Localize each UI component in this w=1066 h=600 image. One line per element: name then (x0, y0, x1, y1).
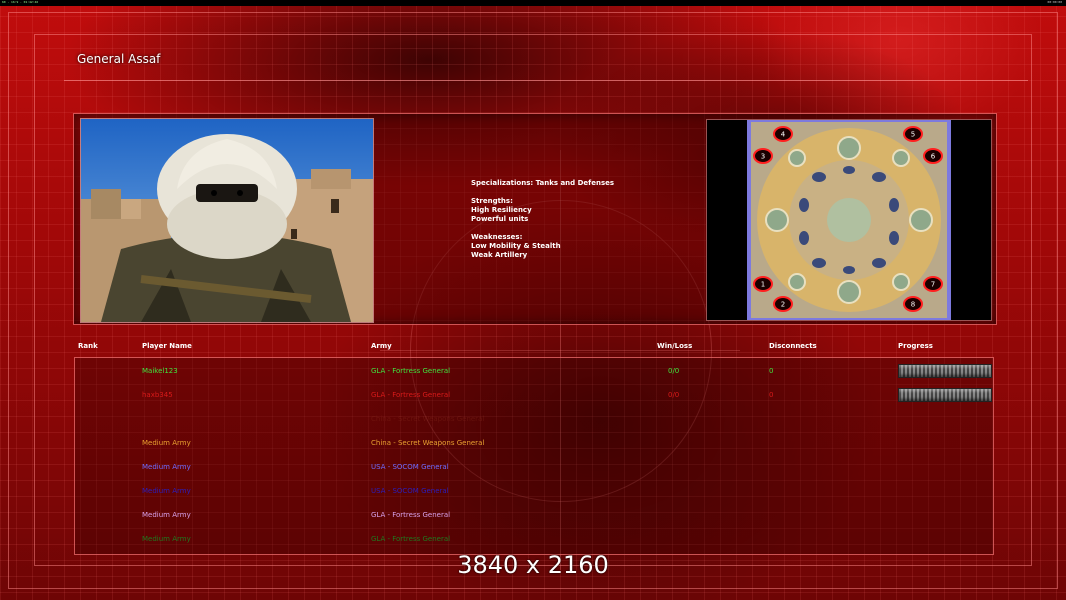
start-position-marker[interactable]: 1 (753, 276, 773, 292)
win-loss-cell: 0/0 (668, 367, 680, 375)
player-name-cell: Medium Army (142, 463, 191, 471)
start-position-marker[interactable]: 6 (923, 148, 943, 164)
army-cell: GLA - Fortress General (371, 367, 451, 375)
player-name-cell: Medium Army (142, 511, 191, 519)
player-name-cell: Maikel123 (142, 367, 178, 375)
status-right: 00:00:00 (1047, 0, 1062, 4)
army-cell: GLA - Fortress General (371, 511, 451, 519)
title-divider (64, 80, 1028, 81)
start-position-markers: 1 2 3 4 5 6 7 8 (753, 126, 943, 312)
player-table (74, 357, 994, 555)
start-position-label: 1 (761, 281, 765, 289)
portrait-image (81, 119, 373, 322)
start-position-marker[interactable]: 7 (923, 276, 943, 292)
start-position-label: 3 (761, 153, 765, 161)
strengths-label: Strengths: (471, 197, 513, 205)
start-position-label: 8 (911, 301, 915, 309)
disconnects-cell: 0 (769, 367, 774, 375)
start-position-label: 6 (931, 153, 936, 161)
specializations-text: Specializations: Tanks and Defenses (471, 179, 615, 187)
player-name-cell: Medium Army (142, 487, 191, 495)
start-position-label: 7 (931, 281, 935, 289)
player-name-cell: Medium Army (142, 439, 191, 447)
player-name-cell: Medium Army (142, 535, 191, 543)
strength-item: High Resiliency (471, 206, 532, 214)
start-position-label: 2 (781, 301, 785, 309)
header-progress[interactable]: Progress (898, 342, 933, 350)
start-position-marker[interactable]: 5 (903, 126, 923, 142)
table-row[interactable]: China - Secret Weapons General (0, 415, 1066, 425)
table-row[interactable]: Medium Army China - Secret Weapons Genera… (0, 439, 1066, 449)
header-disconnects[interactable]: Disconnects (769, 342, 817, 350)
header-win-loss[interactable]: Win/Loss (657, 342, 692, 350)
resolution-watermark: 3840 x 2160 (457, 551, 609, 579)
general-portrait (80, 118, 374, 323)
status-left: 60 · 16:9 · 01:42:46 (2, 0, 39, 4)
start-position-marker[interactable]: 4 (773, 126, 793, 142)
weakness-item: Low Mobility & Stealth (471, 242, 561, 250)
weakness-item: Weak Artillery (471, 251, 528, 259)
weaknesses-label: Weaknesses: (471, 233, 523, 241)
table-row[interactable]: Medium Army GLA - Fortress General (0, 535, 1066, 545)
general-title: General Assaf (77, 52, 161, 66)
table-row[interactable]: Medium Army USA - SOCOM General (0, 487, 1066, 497)
army-cell: China - Secret Weapons General (371, 415, 485, 423)
header-rank[interactable]: Rank (78, 342, 98, 350)
table-row[interactable]: Medium Army USA - SOCOM General (0, 463, 1066, 473)
map-preview[interactable]: 1 2 3 4 5 6 7 8 (706, 118, 992, 322)
disconnects-cell: 0 (769, 391, 774, 399)
progress-bar (898, 388, 992, 402)
start-position-marker[interactable]: 2 (773, 296, 793, 312)
army-cell: USA - SOCOM General (371, 487, 449, 495)
start-position-marker[interactable]: 8 (903, 296, 923, 312)
army-cell: China - Secret Weapons General (371, 439, 485, 447)
general-info: Specializations: Tanks and Defenses Stre… (471, 179, 614, 260)
strength-item: Powerful units (471, 215, 529, 223)
player-name-cell: haxb345 (142, 391, 173, 399)
start-position-marker[interactable]: 3 (753, 148, 773, 164)
table-row[interactable]: Medium Army GLA - Fortress General (0, 511, 1066, 521)
army-cell: GLA - Fortress General (371, 391, 451, 399)
start-position-label: 5 (911, 131, 915, 139)
win-loss-cell: 0/0 (668, 391, 680, 399)
status-bar: 60 · 16:9 · 01:42:46 00:00:00 (0, 0, 1066, 6)
header-army[interactable]: Army (371, 342, 392, 350)
progress-bar (898, 364, 992, 378)
army-cell: GLA - Fortress General (371, 535, 451, 543)
army-cell: USA - SOCOM General (371, 463, 449, 471)
start-position-label: 4 (781, 131, 786, 139)
header-player-name[interactable]: Player Name (142, 342, 192, 350)
